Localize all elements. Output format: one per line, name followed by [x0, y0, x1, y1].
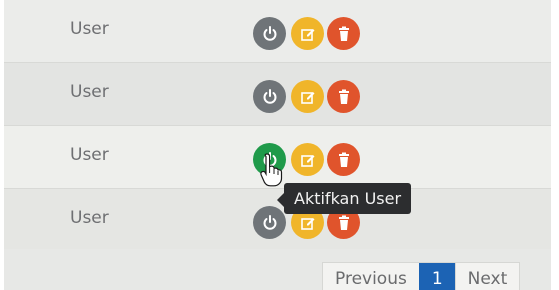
pagination-previous[interactable]: Previous	[323, 263, 419, 290]
edit-icon	[300, 217, 314, 230]
edit-user-button[interactable]	[291, 143, 324, 176]
hand-cursor-icon	[260, 153, 283, 187]
user-role: User	[70, 208, 109, 228]
delete-user-button[interactable]	[327, 17, 360, 50]
user-role: User	[70, 82, 109, 102]
delete-user-button[interactable]	[327, 80, 360, 113]
trash-icon	[338, 26, 349, 41]
table-row: User	[4, 0, 551, 63]
edit-icon	[300, 91, 314, 104]
edit-user-button[interactable]	[291, 80, 324, 113]
user-role: User	[70, 145, 109, 165]
power-icon	[263, 25, 276, 41]
user-table: User User User User Aktifkan User Previo…	[4, 0, 551, 290]
edit-icon	[300, 28, 314, 41]
trash-icon	[338, 215, 349, 230]
power-icon	[263, 214, 276, 230]
trash-icon	[338, 152, 349, 167]
pagination-page-1[interactable]: 1	[418, 263, 455, 290]
edit-icon	[300, 154, 314, 167]
activate-user-button[interactable]	[253, 80, 286, 113]
activate-user-button[interactable]	[253, 17, 286, 50]
edit-user-button[interactable]	[291, 17, 324, 50]
trash-icon	[338, 89, 349, 104]
power-icon	[263, 88, 276, 104]
table-row: User	[4, 63, 551, 126]
pagination-next[interactable]: Next	[454, 263, 520, 290]
activate-user-button[interactable]	[253, 206, 286, 239]
tooltip: Aktifkan User	[276, 183, 412, 214]
delete-user-button[interactable]	[327, 143, 360, 176]
pagination: Previous 1 Next	[322, 262, 521, 290]
user-role: User	[70, 19, 109, 39]
